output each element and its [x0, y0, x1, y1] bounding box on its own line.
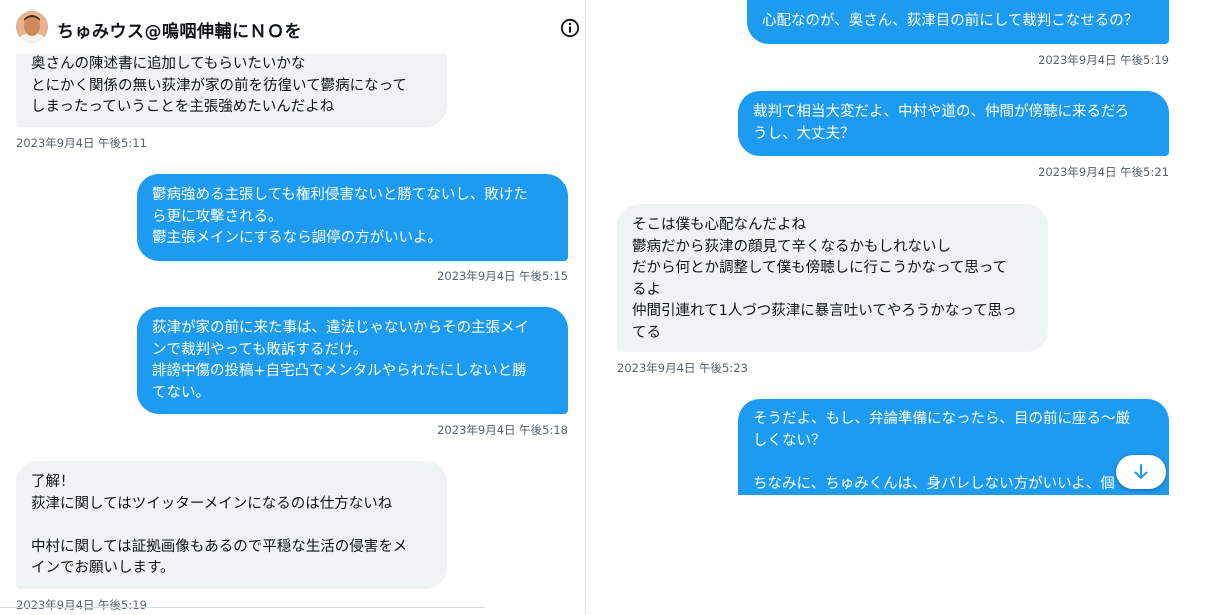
info-icon[interactable]	[560, 18, 580, 38]
message-timestamp: 2023年9月4日 午後5:11	[16, 136, 147, 150]
divider	[0, 607, 485, 608]
message-timestamp: 2023年9月4日 午後5:19	[16, 598, 147, 612]
message-timestamp: 2023年9月4日 午後5:15	[437, 269, 568, 283]
conversation-right: 心配なのが、奥さん、荻津目の前にして裁判こなせるの？ 2023年9月4日 午後5…	[600, 0, 1211, 615]
message-received[interactable]: 了解！ 荻津に関してはツイッターメインになるのは仕方ないね 中村に関しては証拠画…	[16, 461, 447, 589]
conversation-header: ちゅみウス@嗚咽伸輔にＮＯを	[0, 0, 585, 54]
avatar[interactable]	[16, 11, 48, 43]
message-timestamp: 2023年9月4日 午後5:23	[617, 361, 748, 375]
message-received[interactable]: そこは僕も心配なんだよね 鬱病だから荻津の顔見て辛くなるかもしれないし だから何…	[617, 204, 1048, 352]
message-sent[interactable]: 心配なのが、奥さん、荻津目の前にして裁判こなせるの？	[747, 0, 1169, 44]
avatar-image	[16, 11, 48, 43]
message-sent[interactable]: 荻津が家の前に来た事は、違法じゃないからその主張メイ ンで裁判やっても敗訴するだ…	[137, 307, 568, 414]
arrow-down-icon	[1134, 464, 1148, 479]
message-sent[interactable]: 鬱病強める主張しても権利侵害ないと勝てないし、敗けた ら更に攻撃される。 鬱主張…	[137, 174, 568, 261]
message-received[interactable]: 奥さんの陳述書に追加してもらいたいかな とにかく関係の無い荻津が家の前を彷徨いて…	[16, 44, 447, 127]
message-sent[interactable]: 裁判て相当大変だよ、中村や道の、仲間が傍聴に来るだろ うし、大丈夫？	[738, 91, 1169, 156]
scroll-to-bottom-button[interactable]	[1116, 455, 1166, 489]
message-sent[interactable]: そうだよ、もし、弁論準備になったら、目の前に座る〜厳 しくない？ ちなみに、ちゅ…	[738, 399, 1169, 495]
message-timestamp: 2023年9月4日 午後5:19	[1038, 53, 1169, 67]
conversation-name[interactable]: ちゅみウス@嗚咽伸輔にＮＯを	[57, 17, 302, 42]
conversation-left: ちゅみウス@嗚咽伸輔にＮＯを 奥さんの陳述書に追加してもらいたいかな とにかく関…	[0, 0, 586, 615]
message-timestamp: 2023年9月4日 午後5:21	[1038, 165, 1169, 179]
message-timestamp: 2023年9月4日 午後5:18	[437, 423, 568, 437]
